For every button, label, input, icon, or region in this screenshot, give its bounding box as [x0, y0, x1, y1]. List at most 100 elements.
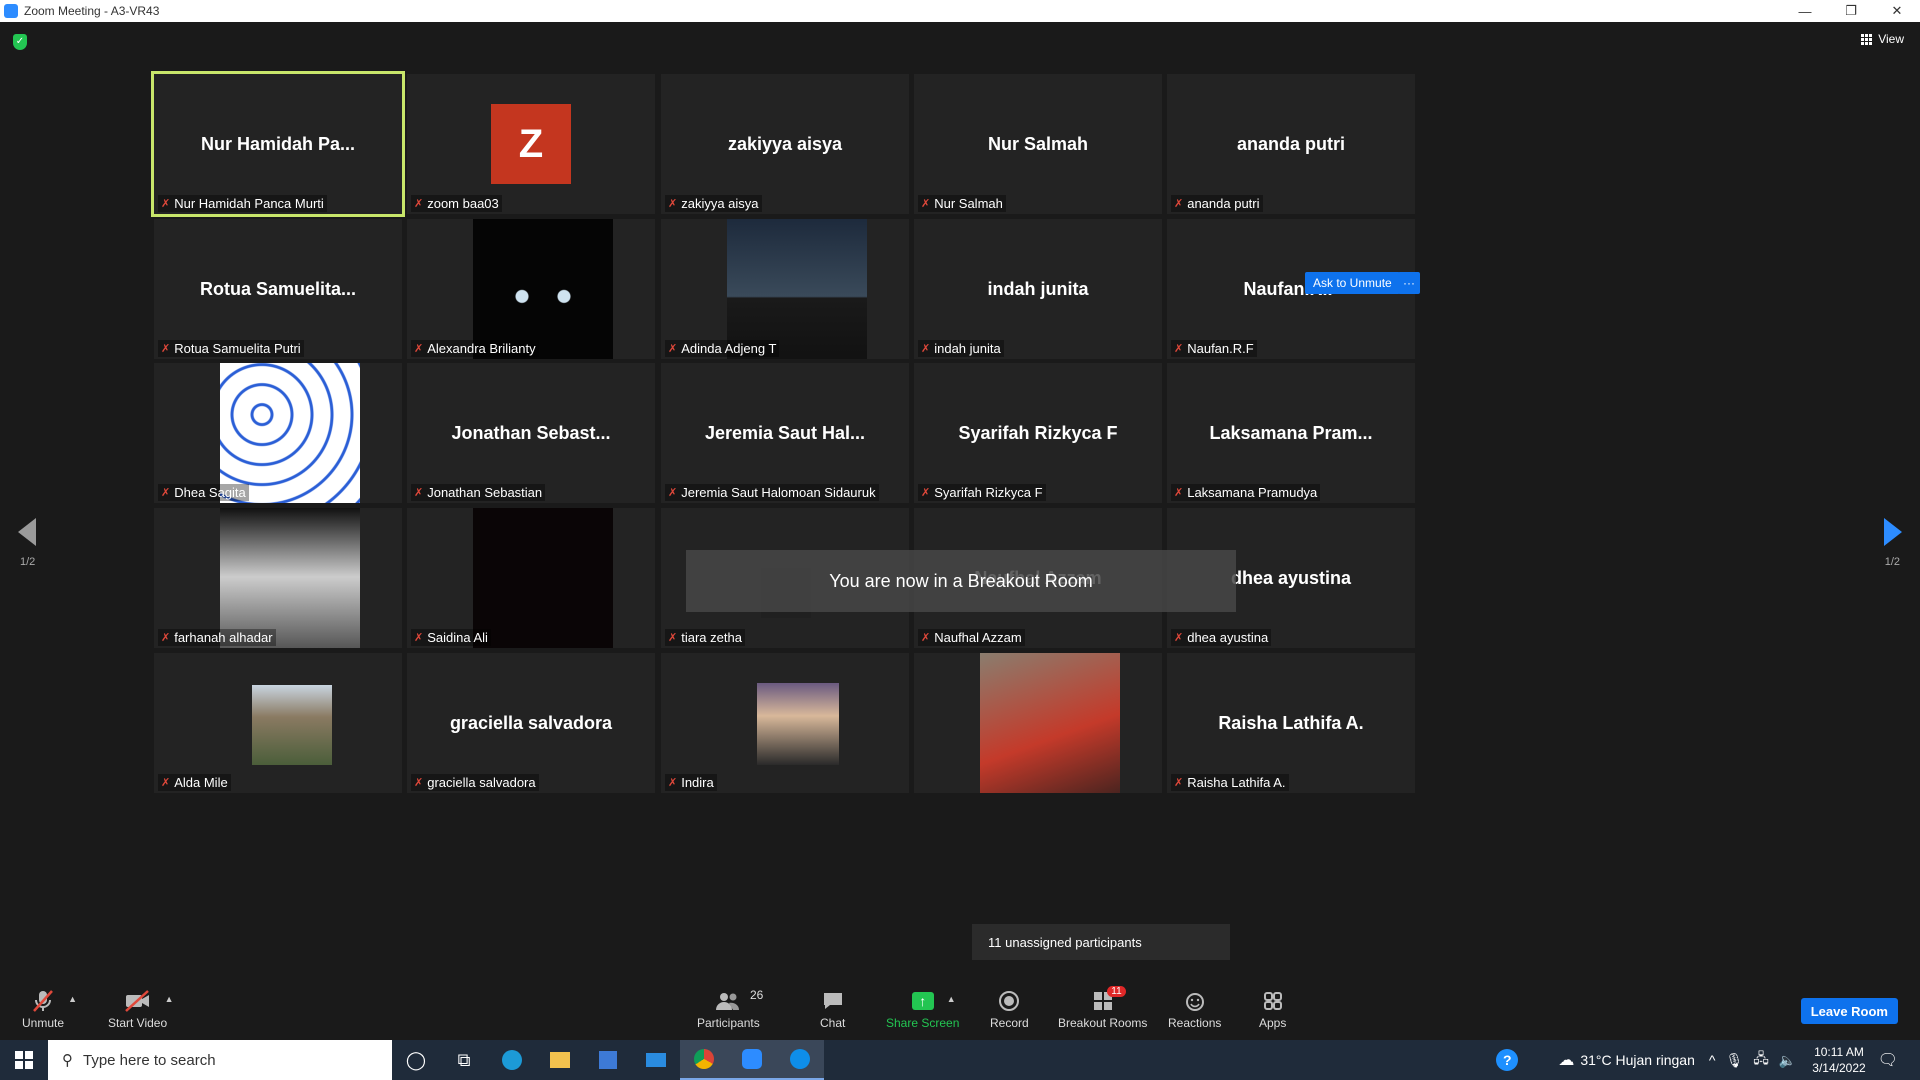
participant-video [473, 219, 613, 359]
participant-video [220, 363, 360, 503]
share-screen-button[interactable]: ↑ ▲ Share Screen [886, 988, 959, 1030]
participant-tile[interactable]: ✗ Alexandra Brilianty [407, 219, 655, 359]
notifications-icon[interactable]: 🗨 [1878, 1050, 1898, 1070]
volume-icon[interactable]: 🔈 [1779, 1052, 1796, 1069]
participant-tile[interactable]: ✗ Dhea Sagita [154, 363, 402, 503]
search-icon: ⚲ [62, 1052, 73, 1069]
grid-icon [1861, 33, 1873, 45]
previous-page-icon[interactable] [18, 518, 36, 546]
participant-tile[interactable]: Z ✗ zoom baa03 [407, 74, 655, 214]
participant-name-label: ✗ Alda Mile [158, 774, 231, 791]
participant-tile[interactable]: ✗ Alda Mile [154, 653, 402, 793]
task-view-icon[interactable]: ⧉ [440, 1040, 488, 1080]
participant-tile[interactable]: Jonathan Sebast... ✗ Jonathan Sebastian [407, 363, 655, 503]
participant-tile[interactable]: ✗ Adinda Adjeng T [661, 219, 909, 359]
cortana-icon[interactable]: ◯ [392, 1040, 440, 1080]
participant-tile[interactable]: Rotua Samuelita... ✗ Rotua Samuelita Putri [154, 219, 402, 359]
participant-display-name: Raisha Lathifa A. [1218, 712, 1364, 733]
participant-name-label: ✗ Syarifah Rizkyca F [918, 484, 1046, 501]
participant-name-label: ✗ Raisha Lathifa A. [1171, 774, 1289, 791]
unmute-button[interactable]: ▲ Unmute [22, 988, 77, 1030]
participant-name: farhanah alhadar [174, 630, 273, 645]
chat-label: Chat [820, 1016, 846, 1030]
participant-tile[interactable]: Laksamana Pram... ✗ Laksamana Pramudya [1167, 363, 1415, 503]
participant-name: Alexandra Brilianty [427, 341, 536, 356]
meeting-toolbar: ▲ Unmute ▲ Start Video 26 Participants C… [0, 982, 1920, 1040]
windows-start-icon[interactable] [0, 1040, 48, 1080]
participant-tile[interactable]: graciella salvadora ✗ graciella salvadora [407, 653, 655, 793]
more-options-button[interactable]: ··· [1398, 272, 1420, 294]
participant-name-label: ✗ Alexandra Brilianty [411, 340, 539, 357]
record-button[interactable]: Record [990, 988, 1029, 1030]
participants-label: Participants [697, 1016, 760, 1030]
participant-tile[interactable]: Raisha Lathifa A. ✗ Raisha Lathifa A. [1167, 653, 1415, 793]
participant-name-label: ✗ graciella salvadora [411, 774, 539, 791]
chat-button[interactable]: Chat [820, 988, 845, 1030]
meeting-area: ✓ View Nur Hamidah Pa... ✗ Nur Hamidah Pan… [0, 22, 1920, 982]
participant-tile[interactable]: ✗ Saidina Ali [407, 508, 655, 648]
restore-button[interactable]: ❐ [1828, 0, 1874, 22]
participant-name-label: ✗ Adinda Adjeng T [665, 340, 780, 357]
participant-name: Indira [681, 775, 714, 790]
participant-tile[interactable]: ✗ farhanah alhadar [154, 508, 402, 648]
breakout-rooms-button[interactable]: 11 Breakout Rooms [1058, 986, 1147, 1030]
participant-name: zakiyya aisya [681, 196, 759, 211]
participant-display-name: Laksamana Pram... [1209, 422, 1373, 443]
close-button[interactable]: ✕ [1874, 0, 1920, 22]
apps-button[interactable]: Apps [1259, 988, 1286, 1030]
breakout-room-toast: You are now in a Breakout Room [686, 550, 1236, 612]
chevron-up-icon[interactable]: ▲ [947, 994, 956, 1004]
chevron-up-icon[interactable]: ▲ [68, 994, 77, 1004]
participant-name: Syarifah Rizkyca F [934, 485, 1043, 500]
teamviewer-icon[interactable] [776, 1040, 824, 1080]
participant-tile[interactable]: Nur Salmah ✗ Nur Salmah [914, 74, 1162, 214]
participant-tile[interactable]: zakiyya aisya ✗ zakiyya aisya [661, 74, 909, 214]
window-controls: — ❐ ✕ [1782, 0, 1920, 22]
participant-tile[interactable]: indah junita ✗ indah junita [914, 219, 1162, 359]
participant-name-label: ✗ tiara zetha [665, 629, 745, 646]
participant-video [757, 683, 839, 765]
participant-name: Jonathan Sebastian [427, 485, 543, 500]
weather-text[interactable]: 31°C Hujan ringan [1580, 1052, 1695, 1068]
next-page-icon[interactable] [1884, 518, 1902, 546]
participant-tile[interactable]: Syarifah Rizkyca F ✗ Syarifah Rizkyca F [914, 363, 1162, 503]
participant-name: Naufhal Azzam [934, 630, 1022, 645]
participant-display-name: Nur Salmah [987, 133, 1089, 154]
chevron-up-icon[interactable]: ^ [1709, 1052, 1716, 1068]
ask-to-unmute-button[interactable]: Ask to Unmute [1305, 272, 1400, 294]
microsoft-store-icon[interactable] [584, 1040, 632, 1080]
window-title: Zoom Meeting - A3-VR43 [24, 4, 160, 18]
participant-name: indah junita [934, 341, 1001, 356]
search-placeholder: Type here to search [83, 1051, 216, 1069]
unassigned-participants-tooltip: 11 unassigned participants [972, 924, 1230, 960]
zoom-taskbar-icon[interactable] [728, 1040, 776, 1080]
start-video-button[interactable]: ▲ Start Video [108, 988, 174, 1030]
help-icon[interactable]: ? [1496, 1049, 1519, 1071]
participant-name-label: ✗ dhea ayustina [1171, 629, 1272, 646]
participant-tile[interactable]: ✗ Indira [661, 653, 909, 793]
participant-display-name: indah junita [987, 278, 1089, 299]
minimize-button[interactable]: — [1782, 0, 1828, 22]
chevron-up-icon[interactable]: ▲ [165, 994, 174, 1004]
participant-name-label: ✗ Nur Hamidah Panca Murti [158, 195, 327, 212]
view-button[interactable]: View [1861, 32, 1904, 46]
chrome-icon[interactable] [680, 1040, 728, 1080]
shield-icon[interactable]: ✓ [13, 34, 27, 50]
participant-tile[interactable]: Jeremia Saut Hal... ✗ Jeremia Saut Halomoa… [661, 363, 909, 503]
taskbar-search-input[interactable]: ⚲ Type here to search [48, 1040, 392, 1080]
file-explorer-icon[interactable] [536, 1040, 584, 1080]
reactions-button[interactable]: Reactions [1168, 988, 1221, 1030]
participant-tile[interactable] [914, 653, 1162, 793]
participant-name-label: ✗ Laksamana Pramudya [1171, 484, 1321, 501]
participant-tile[interactable]: Nur Hamidah Pa... ✗ Nur Hamidah Panca Murt… [151, 71, 405, 217]
participants-button[interactable]: 26 Participants [697, 988, 763, 1030]
participant-name-label: ✗ Jeremia Saut Halomoan Sidauruk [665, 484, 879, 501]
mail-icon[interactable] [632, 1040, 680, 1080]
edge-browser-icon[interactable] [488, 1040, 536, 1080]
participant-tile[interactable]: ananda putri ✗ ananda putri [1167, 74, 1415, 214]
microphone-icon[interactable]: 🎙 [1725, 1052, 1743, 1069]
network-icon[interactable]: 🖧 [1753, 1048, 1769, 1072]
participant-name-label: ✗ ananda putri [1171, 195, 1263, 212]
taskbar-clock[interactable]: 10:11 AM 3/14/2022 [1812, 1044, 1865, 1076]
leave-room-button[interactable]: Leave Room [1800, 998, 1898, 1024]
